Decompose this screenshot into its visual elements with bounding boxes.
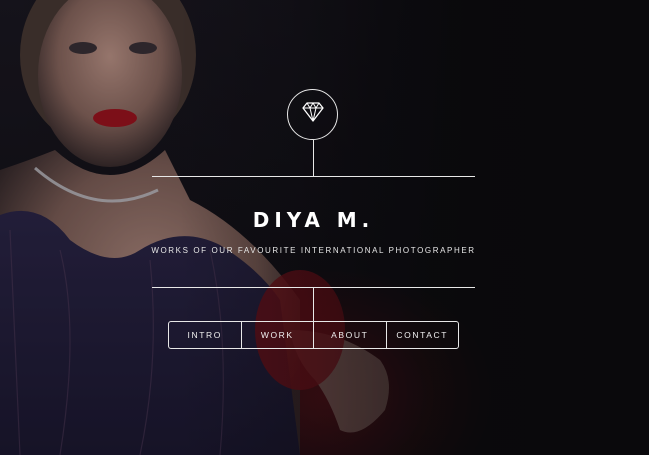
page-subtitle: WORKS OF OUR FAVOURITE INTERNATIONAL PHO…	[151, 246, 476, 255]
intro-page: DIYA M. WORKS OF OUR FAVOURITE INTERNATI…	[0, 0, 649, 455]
logo-badge[interactable]	[287, 89, 338, 140]
nav-item-intro[interactable]: INTRO	[169, 322, 241, 348]
nav-item-work[interactable]: WORK	[240, 322, 314, 348]
page-title: DIYA M.	[252, 208, 375, 232]
divider-vertical-bottom	[313, 287, 314, 322]
divider-horizontal-top	[152, 176, 475, 177]
main-nav: INTRO WORK ABOUT CONTACT	[168, 321, 459, 349]
nav-item-about[interactable]: ABOUT	[313, 322, 386, 348]
diamond-icon	[301, 102, 324, 127]
divider-vertical-top	[313, 140, 314, 176]
nav-item-contact[interactable]: CONTACT	[385, 322, 459, 348]
